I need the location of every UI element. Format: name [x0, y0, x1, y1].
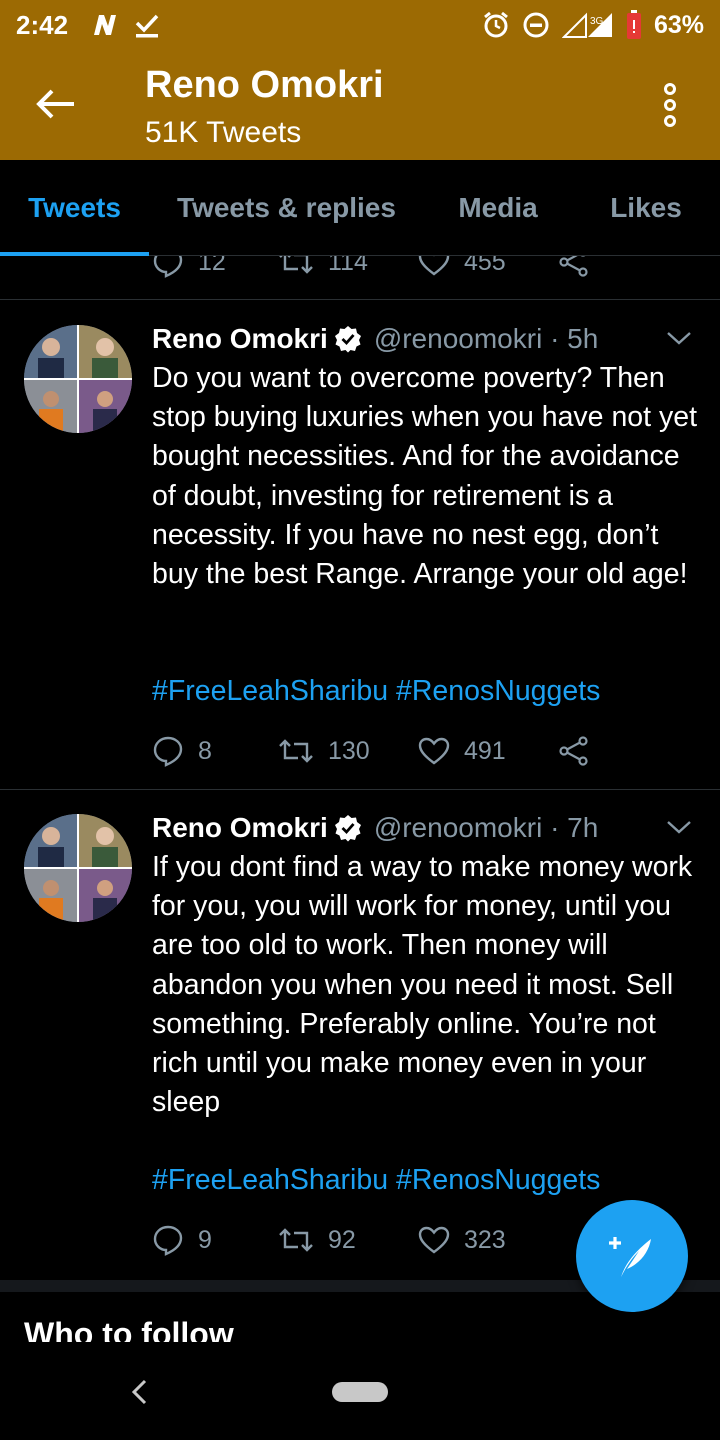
- reply-count: 9: [198, 1225, 212, 1254]
- retweet-button[interactable]: 92: [278, 1226, 418, 1255]
- tweet-hashtags[interactable]: #FreeLeahSharibu #RenosNuggets: [152, 1164, 600, 1197]
- retweet-count: 130: [328, 736, 370, 765]
- profile-name: Reno Omokri: [145, 64, 384, 106]
- reply-icon: [153, 1225, 183, 1256]
- download-done-icon: [135, 14, 159, 38]
- profile-tabs: Tweets Tweets & replies Media Likes: [0, 160, 720, 256]
- tweet-handle-and-time: @renoomokri · 7h: [373, 812, 599, 843]
- tweet-hashtags[interactable]: #FreeLeahSharibu #RenosNuggets: [152, 675, 600, 708]
- reply-count: 12: [198, 256, 226, 276]
- verified-badge-icon: [334, 815, 361, 842]
- retweet-icon: [279, 739, 313, 763]
- more-options-button[interactable]: [650, 80, 690, 130]
- system-home-pill[interactable]: [332, 1382, 388, 1402]
- signal-icon: 3G: [561, 12, 612, 38]
- status-right-icons: 3G 63%: [482, 10, 704, 40]
- tab-media[interactable]: Media: [438, 160, 558, 256]
- verified-badge-icon: [334, 326, 361, 353]
- reply-button[interactable]: 8: [152, 735, 278, 767]
- tweet-actions: 9 92 323: [152, 1220, 558, 1260]
- reply-icon: [153, 256, 183, 278]
- tweet-header: Reno Omokri @renoomokri · 7h: [152, 812, 598, 844]
- battery-percentage: 63%: [653, 10, 704, 39]
- reply-button[interactable]: 12: [152, 256, 278, 278]
- retweet-icon: [279, 1228, 313, 1252]
- heart-icon: [418, 1226, 450, 1254]
- retweet-icon: [279, 256, 313, 274]
- retweet-button[interactable]: 114: [278, 256, 418, 277]
- profile-collage-image: [24, 814, 132, 922]
- back-button[interactable]: [28, 82, 84, 126]
- like-button[interactable]: 455: [418, 256, 558, 277]
- svg-text:3G: 3G: [590, 16, 604, 27]
- n-logo-icon: [94, 15, 117, 35]
- tweet-count: 51K Tweets: [145, 116, 302, 149]
- retweet-count: 114: [328, 256, 368, 276]
- reply-button[interactable]: 9: [152, 1224, 278, 1256]
- status-notification-icons: [90, 11, 160, 39]
- battery-icon: [626, 10, 641, 39]
- share-icon: [559, 736, 588, 766]
- tab-likes[interactable]: Likes: [590, 160, 702, 256]
- retweet-button[interactable]: 130: [278, 737, 418, 766]
- heart-icon: [418, 256, 450, 276]
- like-button[interactable]: 323: [418, 1225, 558, 1255]
- alarm-icon: [484, 11, 508, 38]
- reply-count: 8: [198, 736, 212, 765]
- tweet-text: Do you want to overcome poverty? Then st…: [152, 362, 698, 591]
- tab-tweets[interactable]: Tweets: [0, 160, 149, 256]
- compose-tweet-button[interactable]: [576, 1200, 688, 1312]
- like-count: 455: [464, 256, 506, 276]
- arrow-left-icon: [36, 89, 74, 119]
- reply-icon: [153, 736, 183, 767]
- share-button[interactable]: [558, 256, 590, 277]
- system-navigation-bar: [0, 1342, 720, 1440]
- status-time: 2:42: [16, 9, 69, 40]
- compose-feather-icon: [609, 1237, 651, 1277]
- avatar[interactable]: [24, 814, 132, 922]
- more-vertical-icon: [664, 83, 676, 127]
- like-count: 491: [464, 736, 506, 765]
- profile-header: Reno Omokri 51K Tweets: [0, 50, 720, 160]
- system-back-button[interactable]: [122, 1372, 156, 1412]
- tweet-author-name[interactable]: Reno Omokri: [152, 323, 328, 355]
- chevron-down-icon[interactable]: [666, 329, 692, 347]
- share-button[interactable]: [558, 736, 590, 766]
- heart-icon: [418, 737, 450, 765]
- tab-tweets-and-replies[interactable]: Tweets & replies: [160, 160, 413, 256]
- status-bar: 2:42 3G 63%: [0, 0, 720, 50]
- chevron-left-icon: [131, 1379, 147, 1405]
- previous-tweet-actions: 12 114 455: [0, 256, 720, 300]
- chevron-down-icon[interactable]: [666, 818, 692, 836]
- avatar[interactable]: [24, 325, 132, 433]
- tweet-handle-and-time: @renoomokri · 5h: [373, 323, 599, 354]
- tweet-actions: 8 130 491: [152, 731, 590, 771]
- tweet-author-name[interactable]: Reno Omokri: [152, 812, 328, 844]
- tweet-text: If you dont find a way to make money wor…: [152, 851, 693, 1119]
- do-not-disturb-icon: [523, 12, 549, 38]
- tweet-header: Reno Omokri @renoomokri · 5h: [152, 323, 598, 355]
- like-count: 323: [464, 1225, 506, 1254]
- like-button[interactable]: 491: [418, 736, 558, 766]
- share-icon: [559, 256, 588, 277]
- who-to-follow-heading: Who to follow: [24, 1316, 234, 1342]
- tweet-1[interactable]: Reno Omokri @renoomokri · 5h Do you want…: [0, 301, 720, 790]
- retweet-count: 92: [328, 1225, 356, 1254]
- profile-collage-image: [24, 325, 132, 433]
